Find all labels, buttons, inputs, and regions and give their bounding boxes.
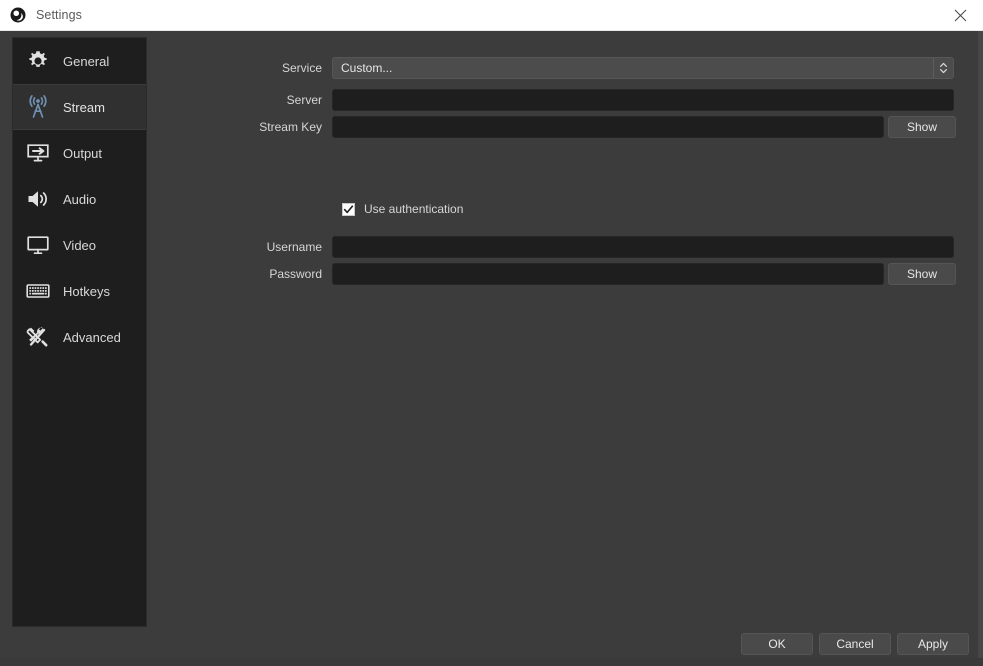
sidebar-item-label: Hotkeys xyxy=(63,284,110,299)
sidebar-item-label: General xyxy=(63,54,109,69)
stream-key-input[interactable] xyxy=(332,116,884,138)
service-selected-value: Custom... xyxy=(333,61,933,75)
keyboard-icon xyxy=(23,276,53,306)
sidebar-item-hotkeys[interactable]: Hotkeys xyxy=(13,268,146,314)
username-input[interactable] xyxy=(332,236,954,258)
username-row: Username xyxy=(160,236,954,258)
cancel-button[interactable]: Cancel xyxy=(819,633,891,655)
server-label: Server xyxy=(160,93,332,107)
close-button[interactable] xyxy=(938,0,983,31)
display-icon xyxy=(23,230,53,260)
settings-sidebar: General Stream xyxy=(12,37,147,627)
password-show-label: Show xyxy=(907,267,937,281)
sidebar-item-label: Stream xyxy=(63,100,105,115)
sidebar-item-label: Output xyxy=(63,146,102,161)
use-authentication-checkbox[interactable] xyxy=(342,203,355,216)
server-row: Server xyxy=(160,89,954,111)
apply-button-label: Apply xyxy=(918,637,948,651)
service-dropdown[interactable]: Custom... xyxy=(332,57,954,79)
apply-button[interactable]: Apply xyxy=(897,633,969,655)
stream-settings-pane: Service Custom... Server xyxy=(160,31,973,666)
title-bar: Settings xyxy=(0,0,983,31)
username-label: Username xyxy=(160,240,332,254)
stream-key-row: Stream Key Show xyxy=(160,116,956,138)
service-row: Service Custom... xyxy=(160,57,954,79)
background-window-peek xyxy=(0,658,983,666)
checkmark-icon xyxy=(343,204,354,215)
cancel-button-label: Cancel xyxy=(836,637,873,651)
sidebar-item-audio[interactable]: Audio xyxy=(13,176,146,222)
stream-key-label: Stream Key xyxy=(160,120,332,134)
ok-button-label: OK xyxy=(768,637,785,651)
dialog-footer: OK Cancel Apply xyxy=(741,633,969,655)
stream-key-show-label: Show xyxy=(907,120,937,134)
server-input[interactable] xyxy=(332,89,954,111)
sidebar-item-video[interactable]: Video xyxy=(13,222,146,268)
obs-logo-icon xyxy=(10,7,26,23)
use-authentication-label: Use authentication xyxy=(364,202,463,216)
password-label: Password xyxy=(160,267,332,281)
sidebar-item-stream[interactable]: Stream xyxy=(13,84,146,130)
settings-dialog: Settings General xyxy=(0,0,983,666)
right-edge-strip xyxy=(978,31,983,666)
use-authentication-row: Use authentication xyxy=(342,199,463,219)
tools-icon xyxy=(23,322,53,352)
dialog-body: General Stream xyxy=(0,31,983,666)
speaker-icon xyxy=(23,184,53,214)
sidebar-item-advanced[interactable]: Advanced xyxy=(13,314,146,360)
ok-button[interactable]: OK xyxy=(741,633,813,655)
password-show-button[interactable]: Show xyxy=(888,263,956,285)
sidebar-item-label: Advanced xyxy=(63,330,121,345)
broadcast-icon xyxy=(23,92,53,122)
sidebar-item-label: Audio xyxy=(63,192,96,207)
password-row: Password Show xyxy=(160,263,956,285)
service-label: Service xyxy=(160,61,332,75)
password-input[interactable] xyxy=(332,263,884,285)
sidebar-item-output[interactable]: Output xyxy=(13,130,146,176)
sidebar-item-general[interactable]: General xyxy=(13,38,146,84)
monitor-arrow-icon xyxy=(23,138,53,168)
gear-icon xyxy=(23,46,53,76)
window-title: Settings xyxy=(36,8,82,22)
close-icon xyxy=(954,9,967,22)
stream-key-show-button[interactable]: Show xyxy=(888,116,956,138)
chevron-updown-icon[interactable] xyxy=(933,58,953,78)
sidebar-item-label: Video xyxy=(63,238,96,253)
